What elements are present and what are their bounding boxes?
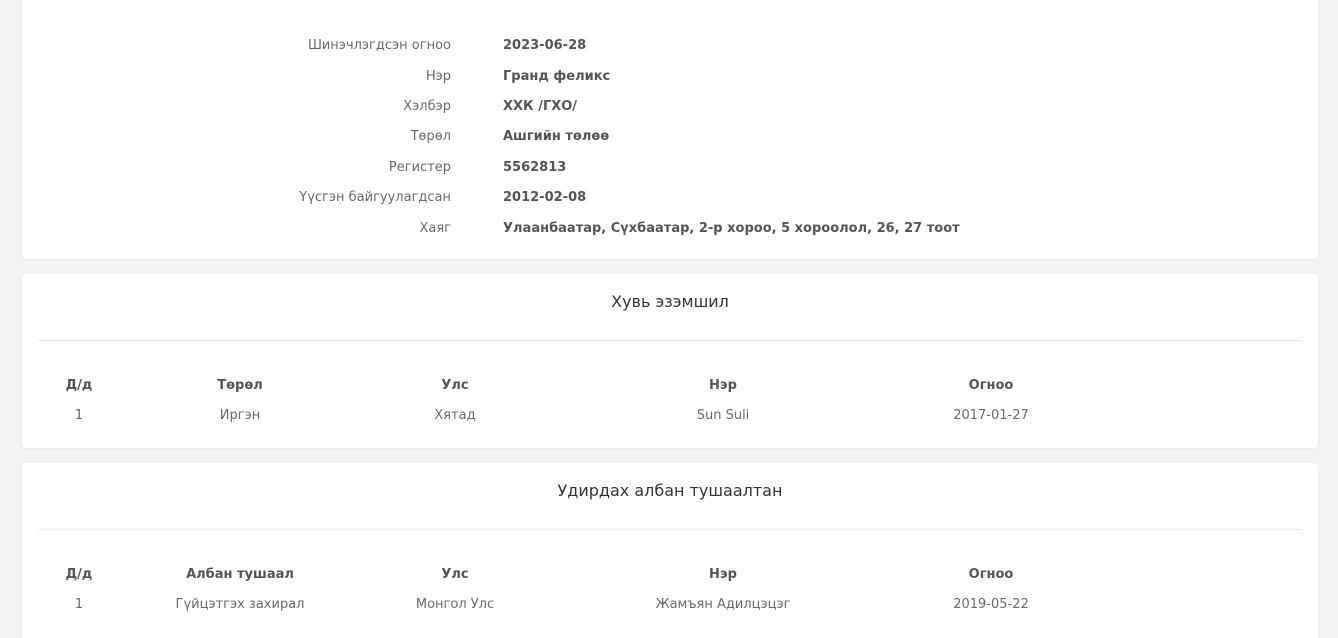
info-value: 5562813	[503, 160, 567, 175]
info-row-type: Төрөл Ашгийн төлөө	[22, 129, 1318, 149]
table-header: Д/д	[65, 567, 93, 582]
info-row-address: Хаяг Улаанбаатар, Сүхбаатар, 2-р хороо, …	[22, 221, 1318, 241]
info-value: Гранд феликс	[503, 69, 611, 84]
table-header: Улс	[441, 567, 469, 582]
info-label: Нэр	[425, 69, 451, 84]
info-label: Хаяг	[419, 221, 451, 236]
table-cell: Хятад	[434, 408, 476, 423]
info-value: 2023-06-28	[503, 38, 587, 53]
table-cell: Монгол Улс	[415, 597, 495, 612]
divider	[38, 529, 1302, 530]
table-cell: Иргэн	[219, 408, 261, 423]
card-title: Удирдах албан тушаалтан	[557, 481, 783, 500]
table-header: Улс	[441, 378, 469, 393]
info-value: ХХК /ГХО/	[503, 99, 578, 114]
table-header: Төрөл	[217, 378, 263, 393]
info-row-updated-date: Шинэчлэгдсэн огноо 2023-06-28	[22, 38, 1318, 58]
info-value: 2012-02-08	[503, 190, 587, 205]
table-header: Нэр	[709, 567, 737, 582]
info-label: Хэлбэр	[403, 99, 451, 114]
info-row-form: Хэлбэр ХХК /ГХО/	[22, 99, 1318, 119]
table-cell: Sun Suli	[696, 408, 750, 423]
table-header: Огноо	[968, 378, 1014, 393]
company-info-card: Шинэчлэгдсэн огноо 2023-06-28 Нэр Гранд …	[22, 0, 1318, 259]
management-card: Удирдах албан тушаалтан Д/д Албан тушаал…	[22, 463, 1318, 638]
table-cell: 2017-01-27	[953, 408, 1029, 423]
info-label: Төрөл	[410, 129, 451, 144]
table-cell: 2019-05-22	[953, 597, 1029, 612]
table-header: Огноо	[968, 567, 1014, 582]
info-value: Ашгийн төлөө	[503, 129, 610, 144]
table-header: Д/д	[65, 378, 93, 393]
table-header: Албан тушаал	[186, 567, 294, 582]
table-header: Нэр	[709, 378, 737, 393]
table-cell: Гүйцэтгэх захирал	[175, 597, 305, 612]
card-title: Хувь эзэмшил	[611, 292, 729, 311]
table-cell: Жамъян Адилцэцэг	[655, 597, 791, 612]
info-row-founded-date: Үүсгэн байгуулагдсан 2012-02-08	[22, 190, 1318, 210]
info-row-name: Нэр Гранд феликс	[22, 69, 1318, 89]
info-label: Регистер	[388, 160, 451, 175]
table-cell: 1	[74, 597, 84, 612]
info-label: Үүсгэн байгуулагдсан	[299, 190, 451, 205]
info-row-register: Регистер 5562813	[22, 160, 1318, 180]
info-label: Шинэчлэгдсэн огноо	[307, 38, 451, 53]
divider	[38, 340, 1302, 341]
info-value: Улаанбаатар, Сүхбаатар, 2-р хороо, 5 хор…	[503, 221, 960, 236]
ownership-card: Хувь эзэмшил Д/д Төрөл Улс Нэр Огноо 1 И…	[22, 274, 1318, 448]
table-cell: 1	[74, 408, 84, 423]
